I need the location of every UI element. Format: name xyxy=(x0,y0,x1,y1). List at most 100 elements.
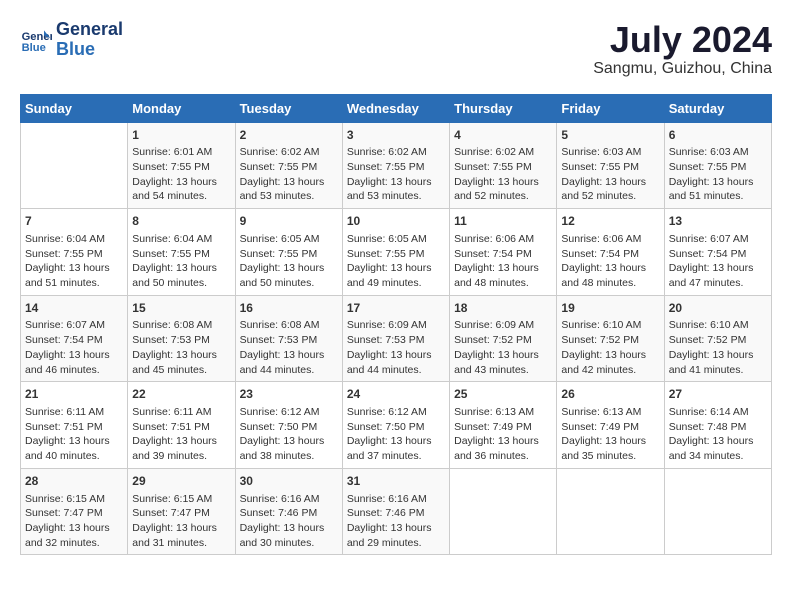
sunrise-text: Sunrise: 6:12 AM xyxy=(240,406,320,418)
calendar-cell: 7 Sunrise: 6:04 AM Sunset: 7:55 PM Daylight… xyxy=(21,209,128,296)
daylight-text: Daylight: 13 hours and 46 minutes. xyxy=(25,349,110,376)
daylight-text: Daylight: 13 hours and 35 minutes. xyxy=(561,435,646,462)
daylight-text: Daylight: 13 hours and 44 minutes. xyxy=(347,349,432,376)
sunset-text: Sunset: 7:55 PM xyxy=(561,161,639,173)
day-number: 29 xyxy=(132,473,230,490)
sunset-text: Sunset: 7:55 PM xyxy=(347,161,425,173)
calendar-cell: 15Sunrise: 6:08 AMSunset: 7:53 PMDayligh… xyxy=(128,295,235,382)
sunrise-text: Sunrise: 6:15 AM xyxy=(132,493,212,505)
sunset-text: Sunset: 7:54 PM xyxy=(25,334,103,346)
daylight-text: Daylight: 13 hours and 36 minutes. xyxy=(454,435,539,462)
calendar-cell: 20Sunrise: 6:10 AMSunset: 7:52 PMDayligh… xyxy=(664,295,771,382)
sunrise-text: Sunrise: 6:07 AM xyxy=(25,319,105,331)
sunrise-text: Sunrise: 6:13 AM xyxy=(561,406,641,418)
calendar-cell: 4Sunrise: 6:02 AMSunset: 7:55 PMDaylight… xyxy=(450,122,557,209)
day-header-monday: Monday xyxy=(128,94,235,122)
svg-text:Blue: Blue xyxy=(22,42,46,54)
daylight-text: Daylight: 13 hours and 51 minutes. xyxy=(25,262,110,289)
sunrise-text: Sunrise: 6:12 AM xyxy=(347,406,427,418)
daylight-text: Daylight: 13 hours and 31 minutes. xyxy=(132,522,217,549)
svg-text:General: General xyxy=(22,31,52,43)
day-number: 8 xyxy=(132,213,230,230)
daylight-text: Daylight: 13 hours and 51 minutes. xyxy=(669,176,754,203)
sunrise-text: Sunrise: 6:09 AM xyxy=(454,319,534,331)
day-number: 21 xyxy=(25,386,123,403)
sunrise-text: Sunrise: 6:08 AM xyxy=(240,319,320,331)
sunset-text: Sunset: 7:54 PM xyxy=(454,248,532,260)
calendar-cell: 28Sunrise: 6:15 AMSunset: 7:47 PMDayligh… xyxy=(21,468,128,555)
day-header-wednesday: Wednesday xyxy=(342,94,449,122)
calendar-cell: 21Sunrise: 6:11 AMSunset: 7:51 PMDayligh… xyxy=(21,382,128,469)
daylight-text: Daylight: 13 hours and 50 minutes. xyxy=(240,262,325,289)
sunrise-text: Sunrise: 6:13 AM xyxy=(454,406,534,418)
day-number: 18 xyxy=(454,300,552,317)
day-number: 3 xyxy=(347,127,445,144)
sunrise-text: Sunrise: 6:02 AM xyxy=(240,146,320,158)
calendar-cell: 18Sunrise: 6:09 AMSunset: 7:52 PMDayligh… xyxy=(450,295,557,382)
sunrise-text: Sunrise: 6:11 AM xyxy=(25,406,104,418)
day-number: 24 xyxy=(347,386,445,403)
calendar-cell: 5 Sunrise: 6:03 AM Sunset: 7:55 PM Daylight… xyxy=(557,122,664,209)
day-number: 30 xyxy=(240,473,338,490)
calendar-cell: 3Sunrise: 6:02 AMSunset: 7:55 PMDaylight… xyxy=(342,122,449,209)
sunset-text: Sunset: 7:47 PM xyxy=(25,507,103,519)
sunrise-text: Sunrise: 6:15 AM xyxy=(25,493,105,505)
daylight-text: Daylight: 13 hours and 52 minutes. xyxy=(454,176,539,203)
day-number: 1 xyxy=(132,127,230,144)
sunset-text: Sunset: 7:51 PM xyxy=(25,421,103,433)
sunset-text: Sunset: 7:55 PM xyxy=(669,161,747,173)
sunset-text: Sunset: 7:55 PM xyxy=(25,248,103,260)
sunrise-text: Sunrise: 6:05 AM xyxy=(240,233,320,245)
daylight-text: Daylight: 13 hours and 38 minutes. xyxy=(240,435,325,462)
daylight-text: Daylight: 13 hours and 53 minutes. xyxy=(347,176,432,203)
calendar-cell: 23Sunrise: 6:12 AMSunset: 7:50 PMDayligh… xyxy=(235,382,342,469)
sunrise-text: Sunrise: 6:03 AM xyxy=(561,146,641,158)
sunset-text: Sunset: 7:51 PM xyxy=(132,421,210,433)
daylight-text: Daylight: 13 hours and 47 minutes. xyxy=(669,262,754,289)
sunrise-text: Sunrise: 6:09 AM xyxy=(347,319,427,331)
daylight-text: Daylight: 13 hours and 32 minutes. xyxy=(25,522,110,549)
daylight-text: Daylight: 13 hours and 52 minutes. xyxy=(561,176,646,203)
sunset-text: Sunset: 7:48 PM xyxy=(669,421,747,433)
day-header-tuesday: Tuesday xyxy=(235,94,342,122)
day-number: 2 xyxy=(240,127,338,144)
daylight-text: Daylight: 13 hours and 48 minutes. xyxy=(454,262,539,289)
sunrise-text: Sunrise: 6:08 AM xyxy=(132,319,212,331)
sunset-text: Sunset: 7:50 PM xyxy=(347,421,425,433)
day-number: 12 xyxy=(561,213,659,230)
sunset-text: Sunset: 7:52 PM xyxy=(561,334,639,346)
day-number: 26 xyxy=(561,386,659,403)
sunrise-text: Sunrise: 6:04 AM xyxy=(25,233,105,245)
day-number: 17 xyxy=(347,300,445,317)
daylight-text: Daylight: 13 hours and 45 minutes. xyxy=(132,349,217,376)
calendar-cell: 26 Sunrise: 6:13 AM Sunset: 7:49 PM Dayligh… xyxy=(557,382,664,469)
day-header-saturday: Saturday xyxy=(664,94,771,122)
day-number: 4 xyxy=(454,127,552,144)
sunset-text: Sunset: 7:52 PM xyxy=(669,334,747,346)
sunset-text: Sunset: 7:55 PM xyxy=(240,161,318,173)
sunrise-text: Sunrise: 6:11 AM xyxy=(132,406,211,418)
day-number: 7 xyxy=(25,213,123,230)
daylight-text: Daylight: 13 hours and 54 minutes. xyxy=(132,176,217,203)
daylight-text: Daylight: 13 hours and 44 minutes. xyxy=(240,349,325,376)
sunset-text: Sunset: 7:55 PM xyxy=(132,248,210,260)
sunset-text: Sunset: 7:49 PM xyxy=(561,421,639,433)
sunset-text: Sunset: 7:55 PM xyxy=(132,161,210,173)
day-header-friday: Friday xyxy=(557,94,664,122)
calendar-cell: 24Sunrise: 6:12 AMSunset: 7:50 PMDayligh… xyxy=(342,382,449,469)
calendar-cell: 13Sunrise: 6:07 AMSunset: 7:54 PMDayligh… xyxy=(664,209,771,296)
sunset-text: Sunset: 7:53 PM xyxy=(347,334,425,346)
sunset-text: Sunset: 7:55 PM xyxy=(454,161,532,173)
daylight-text: Daylight: 13 hours and 42 minutes. xyxy=(561,349,646,376)
sunset-text: Sunset: 7:46 PM xyxy=(347,507,425,519)
calendar-cell: 12Sunrise: 6:06 AMSunset: 7:54 PMDayligh… xyxy=(557,209,664,296)
sunrise-text: Sunrise: 6:16 AM xyxy=(240,493,320,505)
daylight-text: Daylight: 13 hours and 34 minutes. xyxy=(669,435,754,462)
calendar-cell: 29Sunrise: 6:15 AMSunset: 7:47 PMDayligh… xyxy=(128,468,235,555)
calendar-cell: 10Sunrise: 6:05 AMSunset: 7:55 PMDayligh… xyxy=(342,209,449,296)
day-number: 5 xyxy=(561,127,659,144)
sunset-text: Sunset: 7:55 PM xyxy=(347,248,425,260)
calendar-cell xyxy=(450,468,557,555)
day-number: 6 xyxy=(669,127,767,144)
sunset-text: Sunset: 7:54 PM xyxy=(561,248,639,260)
